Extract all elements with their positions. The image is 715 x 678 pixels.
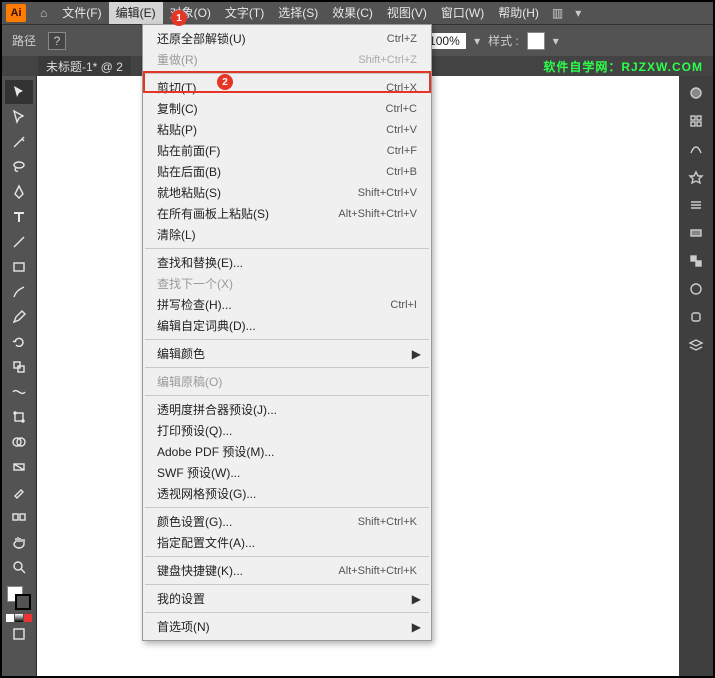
menu-item[interactable]: 剪切(T)Ctrl+X — [143, 77, 431, 98]
menu-separator — [145, 248, 429, 249]
app-logo: Ai — [6, 4, 26, 22]
menu-item[interactable]: 拼写检查(H)...Ctrl+I — [143, 294, 431, 315]
style-label: 样式 : — [488, 32, 519, 49]
lasso-tool[interactable] — [5, 155, 33, 179]
menu-item[interactable]: 编辑颜色▶ — [143, 343, 431, 364]
submenu-arrow-icon: ▶ — [412, 347, 421, 361]
menubar: Ai ⌂ 文件(F)编辑(E)对象(O)文字(T)选择(S)效果(C)视图(V)… — [2, 2, 713, 24]
menu-item[interactable]: 就地粘贴(S)Shift+Ctrl+V — [143, 182, 431, 203]
watermark: 软件自学网：RJZXW.COM — [543, 58, 703, 75]
path-label: 路径 — [12, 32, 36, 49]
menu-item: 查找下一个(X) — [143, 273, 431, 294]
style-chevron-icon[interactable]: ▾ — [553, 34, 559, 48]
menu-item[interactable]: 清除(L) — [143, 224, 431, 245]
hand-tool[interactable] — [5, 530, 33, 554]
free-transform-tool[interactable] — [5, 405, 33, 429]
menu-item[interactable]: 复制(C)Ctrl+C — [143, 98, 431, 119]
zoom-tool[interactable] — [5, 555, 33, 579]
home-icon[interactable]: ⌂ — [40, 6, 47, 20]
dock-gradient[interactable] — [682, 220, 710, 246]
annotation-badge-2: 2 — [217, 74, 233, 90]
menu-选择[interactable]: 选择(S) — [271, 2, 325, 24]
menu-separator — [145, 556, 429, 557]
pencil-tool[interactable] — [5, 305, 33, 329]
menu-视图[interactable]: 视图(V) — [380, 2, 434, 24]
menu-separator — [145, 584, 429, 585]
edit-menu-dropdown: 还原全部解锁(U)Ctrl+Z重做(R)Shift+Ctrl+Z 剪切(T)Ctr… — [142, 24, 432, 641]
menu-separator — [145, 367, 429, 368]
panel-icon[interactable]: ▥ — [546, 6, 569, 20]
dock-graphicstyles[interactable] — [682, 304, 710, 330]
dock-symbols[interactable] — [682, 164, 710, 190]
menu-item[interactable]: 贴在前面(F)Ctrl+F — [143, 140, 431, 161]
menu-item[interactable]: 还原全部解锁(U)Ctrl+Z — [143, 28, 431, 49]
menu-separator — [145, 395, 429, 396]
menu-item[interactable]: 透视网格预设(G)... — [143, 483, 431, 504]
menu-item[interactable]: 首选项(N)▶ — [143, 616, 431, 637]
shape-builder-tool[interactable] — [5, 430, 33, 454]
menu-item[interactable]: SWF 预设(W)... — [143, 462, 431, 483]
menu-item[interactable]: 编辑自定词典(D)... — [143, 315, 431, 336]
opacity-chevron-icon[interactable]: ▾ — [474, 34, 480, 48]
menu-编辑[interactable]: 编辑(E) — [109, 2, 163, 24]
menu-item[interactable]: 贴在后面(B)Ctrl+B — [143, 161, 431, 182]
menu-separator — [145, 612, 429, 613]
dock-panel — [679, 76, 713, 676]
submenu-arrow-icon: ▶ — [412, 592, 421, 606]
menu-item: 编辑原稿(O) — [143, 371, 431, 392]
menu-item: 重做(R)Shift+Ctrl+Z — [143, 49, 431, 70]
menu-item[interactable]: 透明度拼合器预设(J)... — [143, 399, 431, 420]
width-tool[interactable] — [5, 380, 33, 404]
pen-tool[interactable] — [5, 180, 33, 204]
dock-appearance[interactable] — [682, 276, 710, 302]
rectangle-tool[interactable] — [5, 255, 33, 279]
menu-item[interactable]: 在所有画板上粘贴(S)Alt+Shift+Ctrl+V — [143, 203, 431, 224]
menu-帮助[interactable]: 帮助(H) — [491, 2, 546, 24]
direct-selection-tool[interactable] — [5, 105, 33, 129]
menu-item[interactable]: 查找和替换(E)... — [143, 252, 431, 273]
menu-item[interactable]: Adobe PDF 预设(M)... — [143, 441, 431, 462]
menu-窗口[interactable]: 窗口(W) — [434, 2, 491, 24]
dock-color[interactable] — [682, 80, 710, 106]
menu-separator — [145, 507, 429, 508]
document-tab[interactable]: 未标题-1* @ 2 — [38, 56, 131, 77]
opacity-input[interactable]: 100% — [426, 33, 466, 49]
menu-item[interactable]: 指定配置文件(A)... — [143, 532, 431, 553]
menu-separator — [145, 339, 429, 340]
selection-tool[interactable] — [5, 80, 33, 104]
dock-swatches[interactable] — [682, 108, 710, 134]
color-mode-row[interactable] — [6, 614, 32, 622]
menu-item[interactable]: 颜色设置(G)...Shift+Ctrl+K — [143, 511, 431, 532]
annotation-badge-1: 1 — [171, 10, 187, 26]
chevron-down-icon[interactable]: ▾ — [569, 6, 587, 20]
eyedropper-tool[interactable] — [5, 480, 33, 504]
help-button[interactable]: ? — [48, 32, 66, 50]
submenu-arrow-icon: ▶ — [412, 620, 421, 634]
style-swatch[interactable] — [527, 32, 545, 50]
menu-separator — [145, 73, 429, 74]
menu-item[interactable]: 我的设置▶ — [143, 588, 431, 609]
type-tool[interactable] — [5, 205, 33, 229]
dock-brushes[interactable] — [682, 136, 710, 162]
dock-layers[interactable] — [682, 332, 710, 358]
scale-tool[interactable] — [5, 355, 33, 379]
magic-wand-tool[interactable] — [5, 130, 33, 154]
menu-文件[interactable]: 文件(F) — [55, 2, 108, 24]
rotate-tool[interactable] — [5, 330, 33, 354]
screen-mode-tool[interactable] — [5, 622, 33, 646]
menu-效果[interactable]: 效果(C) — [325, 2, 380, 24]
gradient-tool[interactable] — [5, 455, 33, 479]
fill-stroke-control[interactable] — [5, 584, 33, 612]
menu-item[interactable]: 粘贴(P)Ctrl+V — [143, 119, 431, 140]
tool-panel — [2, 76, 36, 676]
line-tool[interactable] — [5, 230, 33, 254]
blend-tool[interactable] — [5, 505, 33, 529]
menu-item[interactable]: 键盘快捷键(K)...Alt+Shift+Ctrl+K — [143, 560, 431, 581]
paintbrush-tool[interactable] — [5, 280, 33, 304]
dock-transparency[interactable] — [682, 248, 710, 274]
menu-文字[interactable]: 文字(T) — [218, 2, 271, 24]
menu-item[interactable]: 打印预设(Q)... — [143, 420, 431, 441]
dock-stroke[interactable] — [682, 192, 710, 218]
